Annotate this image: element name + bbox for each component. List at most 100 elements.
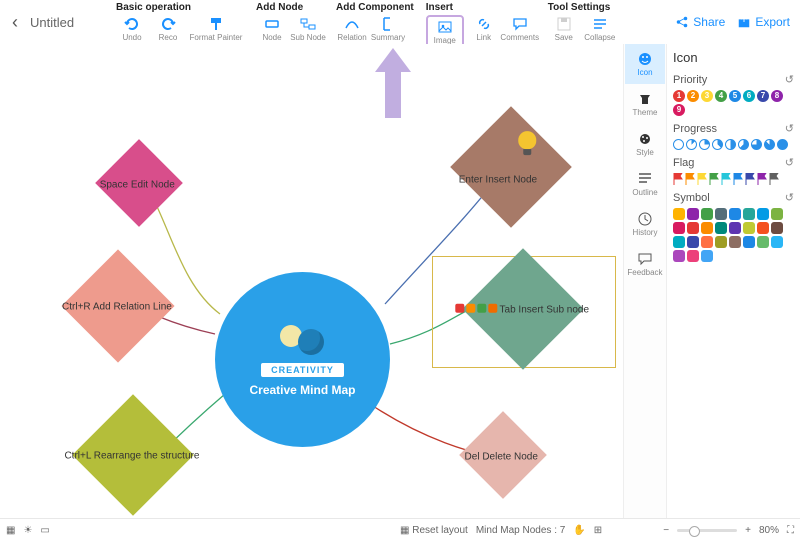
flag-6[interactable] [745, 173, 755, 185]
side-outline[interactable]: Outline [625, 164, 665, 204]
node-del-delete[interactable]: Del Delete Node [459, 411, 547, 499]
flag-5[interactable] [733, 173, 743, 185]
layout-tool[interactable]: ⊞ [594, 525, 602, 536]
sub-node-button[interactable]: Sub Node [292, 15, 324, 42]
priority-3[interactable]: 3 [701, 90, 713, 102]
flag-8[interactable] [769, 173, 779, 185]
symbol-0[interactable] [673, 208, 685, 220]
symbol-8[interactable] [673, 222, 685, 234]
format-painter-button[interactable]: Format Painter [188, 15, 244, 42]
zoom-slider[interactable] [677, 529, 737, 532]
symbol-24[interactable] [673, 250, 685, 262]
summary-button[interactable]: Summary [372, 15, 404, 42]
symbol-6[interactable] [757, 208, 769, 220]
progress-7[interactable] [764, 139, 775, 150]
symbol-2[interactable] [701, 208, 713, 220]
symbol-13[interactable] [743, 222, 755, 234]
symbol-1[interactable] [687, 208, 699, 220]
zoom-in[interactable]: + [745, 525, 751, 536]
symbol-9[interactable] [687, 222, 699, 234]
reset-progress[interactable]: ↺ [785, 122, 794, 135]
symbol-26[interactable] [701, 250, 713, 262]
symbol-20[interactable] [729, 236, 741, 248]
priority-4[interactable]: 4 [715, 90, 727, 102]
relation-button[interactable]: Relation [336, 15, 368, 42]
progress-4[interactable] [725, 139, 736, 150]
side-theme[interactable]: Theme [625, 84, 665, 124]
symbol-16[interactable] [673, 236, 685, 248]
priority-8[interactable]: 8 [771, 90, 783, 102]
reset-symbol[interactable]: ↺ [785, 191, 794, 204]
zoom-out[interactable]: − [663, 525, 669, 536]
progress-6[interactable] [751, 139, 762, 150]
flag-0[interactable] [673, 173, 683, 185]
flag-3[interactable] [709, 173, 719, 185]
flag-2[interactable] [697, 173, 707, 185]
back-button[interactable]: ‹ [0, 0, 30, 44]
symbol-5[interactable] [743, 208, 755, 220]
priority-7[interactable]: 7 [757, 90, 769, 102]
symbol-10[interactable] [701, 222, 713, 234]
undo-button[interactable]: Undo [116, 15, 148, 42]
node-space-edit[interactable]: Space Edit Node [95, 139, 183, 227]
icon-panel: Icon Priority↺ 123456789 Progress↺ Flag↺… [667, 44, 800, 519]
status-icon-1[interactable]: ▦ [6, 525, 15, 536]
progress-5[interactable] [738, 139, 749, 150]
symbol-7[interactable] [771, 208, 783, 220]
side-style[interactable]: Style [625, 124, 665, 164]
progress-1[interactable] [686, 139, 697, 150]
collapse-button[interactable]: Collapse [584, 15, 616, 42]
flag-1[interactable] [685, 173, 695, 185]
redo-button[interactable]: Reco [152, 15, 184, 42]
priority-9[interactable]: 9 [673, 104, 685, 116]
share-button[interactable]: Share [675, 15, 725, 29]
document-title[interactable]: Untitled [30, 0, 110, 44]
node-add-relation[interactable]: Ctrl+R Add Relation Line [61, 249, 174, 362]
progress-2[interactable] [699, 139, 710, 150]
node-rearrange[interactable]: Ctrl+L Rearrange the structure [72, 394, 194, 516]
progress-0[interactable] [673, 139, 684, 150]
side-feedback[interactable]: Feedback [625, 244, 665, 284]
symbol-23[interactable] [771, 236, 783, 248]
symbol-12[interactable] [729, 222, 741, 234]
section-progress-label: Progress [673, 123, 717, 135]
symbol-22[interactable] [757, 236, 769, 248]
flag-7[interactable] [757, 173, 767, 185]
priority-5[interactable]: 5 [729, 90, 741, 102]
priority-2[interactable]: 2 [687, 90, 699, 102]
save-button[interactable]: Save [548, 15, 580, 42]
status-icon-3[interactable]: ▭ [40, 525, 49, 536]
center-node[interactable]: CREATIVITY Creative Mind Map [215, 272, 390, 447]
side-history[interactable]: History [625, 204, 665, 244]
mindmap-canvas[interactable]: Space Edit Node Ctrl+R Add Relation Line… [0, 44, 625, 519]
symbol-17[interactable] [687, 236, 699, 248]
section-priority-label: Priority [673, 74, 707, 86]
flag-icon [456, 304, 465, 313]
priority-1[interactable]: 1 [673, 90, 685, 102]
reset-layout-button[interactable]: ▦ Reset layout [400, 525, 468, 536]
status-icon-2[interactable]: ☀ [23, 525, 32, 536]
symbol-15[interactable] [771, 222, 783, 234]
node-enter-insert[interactable]: Enter Insert Node [450, 106, 572, 228]
symbol-14[interactable] [757, 222, 769, 234]
reset-priority[interactable]: ↺ [785, 73, 794, 86]
node-button[interactable]: Node [256, 15, 288, 42]
fullscreen-button[interactable]: ⛶ [787, 525, 794, 536]
group-label: Insert [426, 2, 536, 13]
symbol-18[interactable] [701, 236, 713, 248]
reset-flag[interactable]: ↺ [785, 156, 794, 169]
symbol-25[interactable] [687, 250, 699, 262]
flag-4[interactable] [721, 173, 731, 185]
symbol-19[interactable] [715, 236, 727, 248]
symbol-21[interactable] [743, 236, 755, 248]
side-icon[interactable]: Icon [625, 44, 665, 84]
priority-6[interactable]: 6 [743, 90, 755, 102]
side-tabs: » Theme Style Icon Outline History Feedb… [623, 44, 667, 519]
progress-3[interactable] [712, 139, 723, 150]
symbol-11[interactable] [715, 222, 727, 234]
symbol-4[interactable] [729, 208, 741, 220]
progress-8[interactable] [777, 139, 788, 150]
hand-tool[interactable]: ✋ [573, 525, 585, 536]
symbol-3[interactable] [715, 208, 727, 220]
export-button[interactable]: Export [737, 15, 790, 29]
